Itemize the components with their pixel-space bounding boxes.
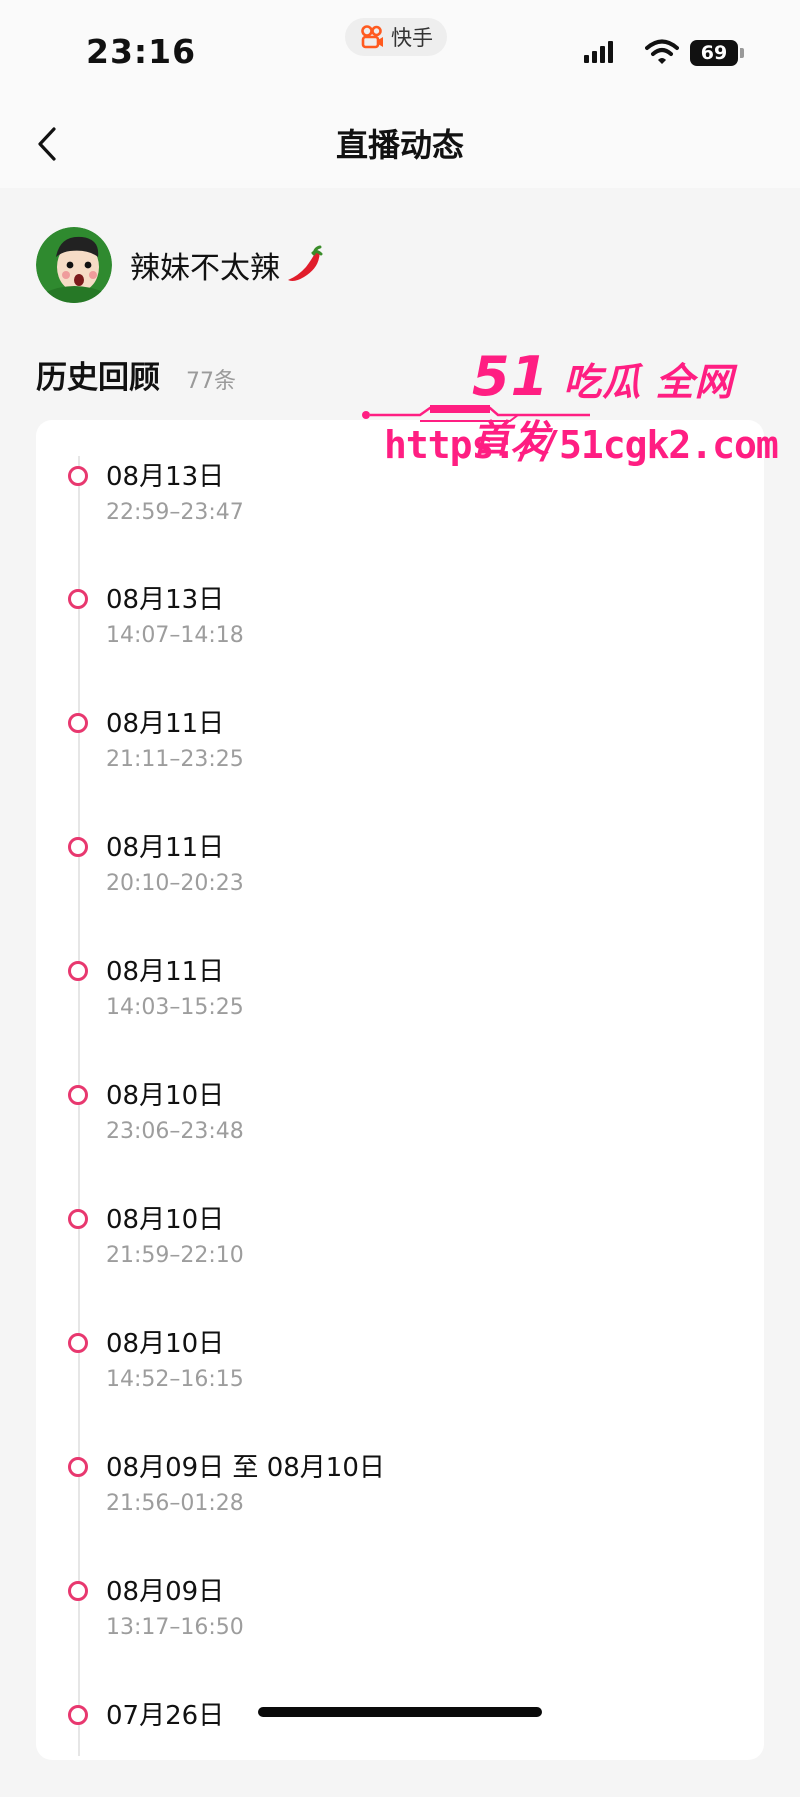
- timeline-dot: [68, 466, 88, 486]
- app-indicator[interactable]: 快手: [345, 18, 447, 56]
- timeline-time: 21:11–23:25: [106, 747, 244, 772]
- timeline-dot: [68, 589, 88, 609]
- page-title: 直播动态: [335, 126, 464, 164]
- app-name: 快手: [391, 26, 433, 50]
- timeline-dot: [68, 1333, 88, 1353]
- timeline-date: 08月11日: [106, 957, 225, 987]
- timeline-item[interactable]: 08月11日 20:10–20:23: [36, 819, 764, 929]
- timeline-date: 08月09日: [106, 1577, 225, 1607]
- timeline-item[interactable]: 08月10日 14:52–16:15: [36, 1315, 764, 1425]
- timeline-date: 08月13日: [106, 585, 225, 615]
- timeline-dot: [68, 961, 88, 981]
- avatar[interactable]: [36, 227, 112, 303]
- battery-tip: [740, 48, 744, 58]
- timeline-date: 08月10日: [106, 1329, 225, 1359]
- history-header: 历史回顾 77条: [36, 352, 236, 397]
- timeline-time: 14:52–16:15: [106, 1367, 244, 1392]
- timeline-item[interactable]: 08月10日 21:59–22:10: [36, 1191, 764, 1301]
- timeline-item[interactable]: 08月13日 14:07–14:18: [36, 571, 764, 681]
- timeline-dot: [68, 1085, 88, 1105]
- timeline-item[interactable]: 08月11日 21:11–23:25: [36, 695, 764, 805]
- timeline-item[interactable]: 08月09日 13:17–16:50: [36, 1563, 764, 1673]
- nav-bar: 直播动态: [0, 100, 800, 188]
- home-indicator[interactable]: [258, 1707, 542, 1717]
- timeline-time: 14:07–14:18: [106, 623, 244, 648]
- timeline-date: 07月26日: [106, 1701, 225, 1731]
- timeline-dot: [68, 1705, 88, 1725]
- timeline-date: 08月10日: [106, 1205, 225, 1235]
- wifi-icon: [645, 39, 679, 64]
- section-count: 77条: [186, 369, 236, 394]
- timeline-dot: [68, 713, 88, 733]
- battery-icon: 69: [690, 40, 738, 66]
- chili-pepper-icon: [288, 245, 323, 281]
- timeline-time: 14:03–15:25: [106, 995, 244, 1020]
- history-card: 08月13日 22:59–23:47 08月13日 14:07–14:18 08…: [36, 420, 764, 1760]
- timeline-item[interactable]: 08月09日 至 08月10日 21:56–01:28: [36, 1439, 764, 1549]
- timeline-time: 22:59–23:47: [106, 500, 244, 525]
- timeline-dot: [68, 1457, 88, 1477]
- timeline-item[interactable]: 08月13日 22:59–23:47: [36, 448, 764, 558]
- status-time: 23:16: [86, 32, 197, 71]
- timeline-item[interactable]: 08月11日 14:03–15:25: [36, 943, 764, 1053]
- status-bar: 23:16 快手 69: [0, 0, 800, 100]
- timeline-time: 23:06–23:48: [106, 1119, 244, 1144]
- timeline-dot: [68, 1209, 88, 1229]
- timeline-date: 08月09日 至 08月10日: [106, 1453, 385, 1483]
- timeline-date: 08月11日: [106, 833, 225, 863]
- section-title: 历史回顾: [36, 360, 160, 396]
- signal-icon: [584, 41, 613, 63]
- timeline-time: 21:56–01:28: [106, 1491, 244, 1516]
- timeline-item[interactable]: 08月10日 23:06–23:48: [36, 1067, 764, 1177]
- kuaishou-logo-icon: [361, 25, 383, 49]
- user-row[interactable]: 辣妹不太辣: [36, 227, 324, 303]
- timeline-date: 08月11日: [106, 709, 225, 739]
- timeline-time: 21:59–22:10: [106, 1243, 244, 1268]
- timeline-time: 13:17–16:50: [106, 1615, 244, 1640]
- watermark-number: 51: [472, 345, 550, 408]
- timeline-dot: [68, 837, 88, 857]
- timeline-time: 20:10–20:23: [106, 871, 244, 896]
- timeline-dot: [68, 1581, 88, 1601]
- username-text: 辣妹不太辣: [130, 251, 280, 286]
- username[interactable]: 辣妹不太辣: [130, 243, 324, 287]
- timeline-date: 08月10日: [106, 1081, 225, 1111]
- timeline-date: 08月13日: [106, 462, 225, 492]
- timeline-item[interactable]: 07月26日: [36, 1687, 764, 1797]
